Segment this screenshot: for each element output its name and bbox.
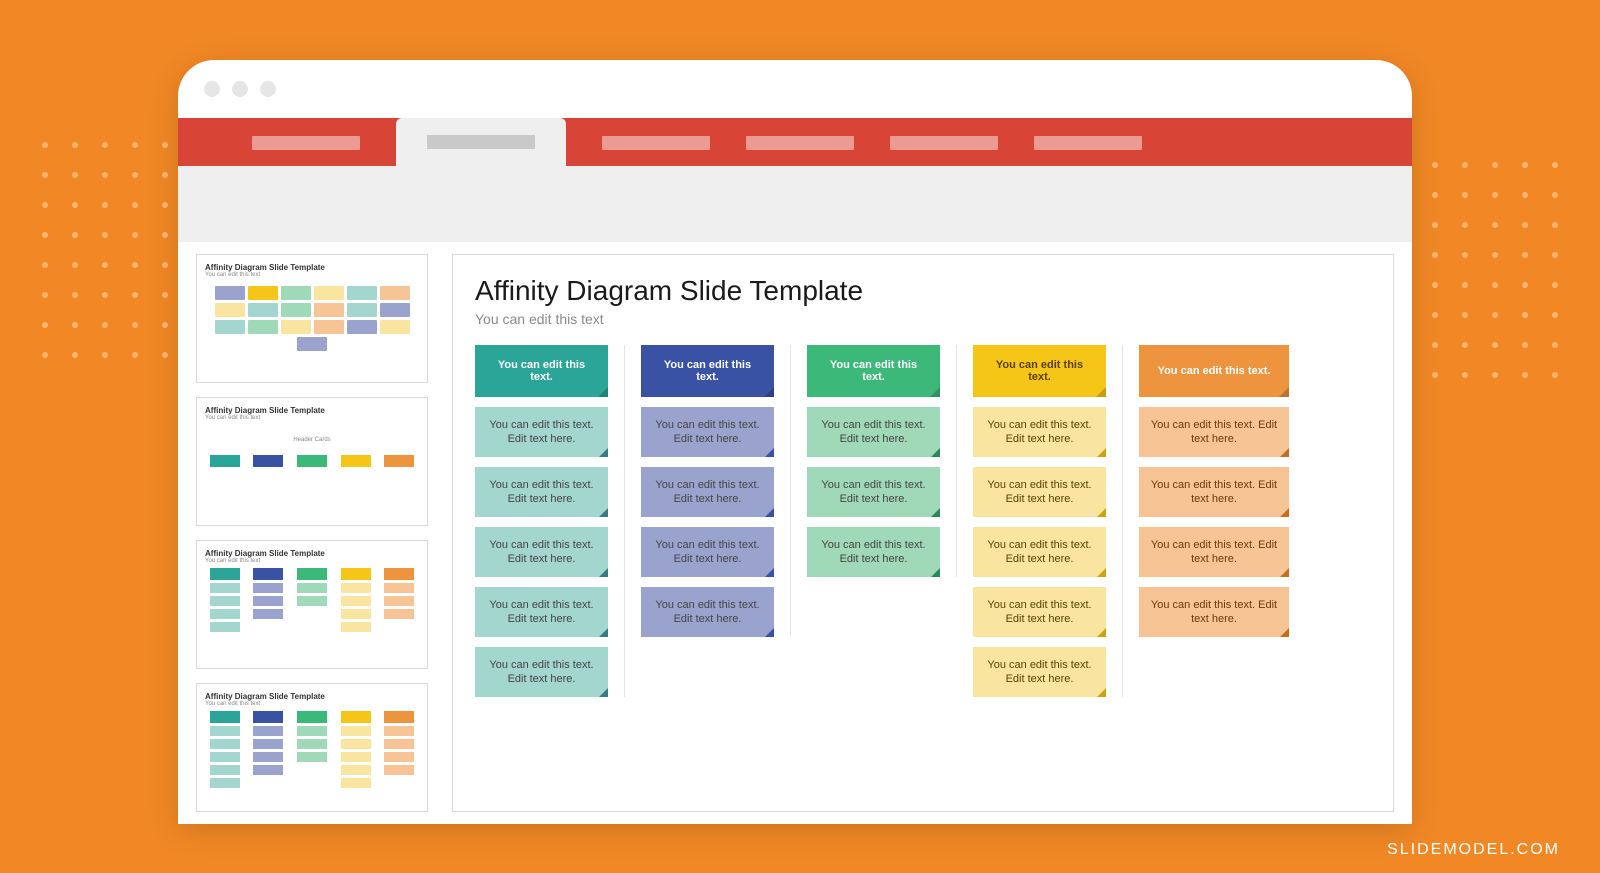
ribbon-toolbar	[178, 166, 1412, 242]
affinity-card[interactable]: You can edit this text. Edit text here.	[807, 527, 940, 577]
slide-canvas[interactable]: Affinity Diagram Slide Template You can …	[452, 254, 1394, 812]
thumb-preview	[205, 568, 419, 632]
affinity-card[interactable]: You can edit this text. Edit text here.	[1139, 407, 1289, 457]
affinity-card[interactable]: You can edit this text. Edit text here.	[475, 527, 608, 577]
window-dot-icon	[232, 81, 248, 97]
slide-thumbnail[interactable]: Affinity Diagram Slide Template You can …	[196, 254, 428, 383]
thumb-subtitle: You can edit this text	[205, 272, 419, 278]
affinity-card[interactable]: You can edit this text. Edit text here.	[807, 407, 940, 457]
ribbon-tab[interactable]	[252, 136, 360, 150]
thumb-title: Affinity Diagram Slide Template	[205, 692, 419, 701]
affinity-card[interactable]: You can edit this text. Edit text here.	[1139, 587, 1289, 637]
column-header-card[interactable]: You can edit this text.	[475, 345, 608, 397]
thumb-title: Affinity Diagram Slide Template	[205, 406, 419, 415]
ribbon-tab[interactable]	[746, 136, 854, 150]
affinity-card[interactable]: You can edit this text. Edit text here.	[641, 467, 774, 517]
affinity-card[interactable]: You can edit this text. Edit text here.	[475, 407, 608, 457]
affinity-card[interactable]: You can edit this text. Edit text here.	[1139, 527, 1289, 577]
affinity-card[interactable]: You can edit this text. Edit text here.	[475, 587, 608, 637]
affinity-columns: You can edit this text. You can edit this…	[475, 345, 1371, 697]
affinity-card[interactable]: You can edit this text. Edit text here.	[1139, 467, 1289, 517]
affinity-card[interactable]: You can edit this text. Edit text here.	[973, 407, 1106, 457]
thumb-preview	[205, 711, 419, 788]
column-header-card[interactable]: You can edit this text.	[973, 345, 1106, 397]
affinity-column: You can edit this text. You can edit this…	[973, 345, 1123, 697]
affinity-card[interactable]: You can edit this text. Edit text here.	[641, 527, 774, 577]
workspace: Affinity Diagram Slide Template You can …	[178, 242, 1412, 824]
affinity-card[interactable]: You can edit this text. Edit text here.	[807, 467, 940, 517]
slide-thumbnails: Affinity Diagram Slide Template You can …	[196, 254, 428, 812]
column-header-card[interactable]: You can edit this text.	[1139, 345, 1289, 397]
thumb-subtitle: You can edit this text	[205, 701, 419, 707]
thumb-subtitle: You can edit this text	[205, 558, 419, 564]
affinity-column: You can edit this text. You can edit this…	[641, 345, 791, 637]
affinity-card[interactable]: You can edit this text. Edit text here.	[973, 527, 1106, 577]
window-titlebar	[178, 60, 1412, 118]
ribbon-tab[interactable]	[602, 136, 710, 150]
affinity-card[interactable]: You can edit this text. Edit text here.	[973, 467, 1106, 517]
affinity-column: You can edit this text. You can edit this…	[475, 345, 625, 697]
thumb-preview	[205, 282, 419, 355]
thumb-title: Affinity Diagram Slide Template	[205, 263, 419, 272]
thumb-label: Header Cards	[205, 437, 419, 443]
slide-subtitle[interactable]: You can edit this text	[475, 311, 1371, 327]
slide-title[interactable]: Affinity Diagram Slide Template	[475, 275, 1371, 307]
affinity-column: You can edit this text. You can edit this…	[1139, 345, 1289, 637]
slide-thumbnail[interactable]: Affinity Diagram Slide Template You can …	[196, 683, 428, 812]
browser-window: Affinity Diagram Slide Template You can …	[178, 60, 1412, 824]
watermark: SLIDEMODEL.COM	[1387, 841, 1560, 859]
ribbon-tab[interactable]	[890, 136, 998, 150]
ribbon-tab[interactable]	[1034, 136, 1142, 150]
column-header-card[interactable]: You can edit this text.	[641, 345, 774, 397]
affinity-column: You can edit this text. You can edit this…	[807, 345, 957, 577]
slide-thumbnail[interactable]: Affinity Diagram Slide Template You can …	[196, 540, 428, 669]
affinity-card[interactable]: You can edit this text. Edit text here.	[475, 647, 608, 697]
affinity-card[interactable]: You can edit this text. Edit text here.	[475, 467, 608, 517]
affinity-card[interactable]: You can edit this text. Edit text here.	[641, 587, 774, 637]
affinity-card[interactable]: You can edit this text. Edit text here.	[973, 647, 1106, 697]
affinity-card[interactable]: You can edit this text. Edit text here.	[973, 587, 1106, 637]
thumb-preview	[205, 455, 419, 467]
window-dot-icon	[204, 81, 220, 97]
slide-thumbnail[interactable]: Affinity Diagram Slide Template You can …	[196, 397, 428, 526]
ribbon-tab-active[interactable]	[396, 118, 566, 166]
thumb-title: Affinity Diagram Slide Template	[205, 549, 419, 558]
window-dot-icon	[260, 81, 276, 97]
thumb-subtitle: You can edit this text	[205, 415, 419, 421]
column-header-card[interactable]: You can edit this text.	[807, 345, 940, 397]
affinity-card[interactable]: You can edit this text. Edit text here.	[641, 407, 774, 457]
ribbon-tabs	[178, 118, 1412, 166]
